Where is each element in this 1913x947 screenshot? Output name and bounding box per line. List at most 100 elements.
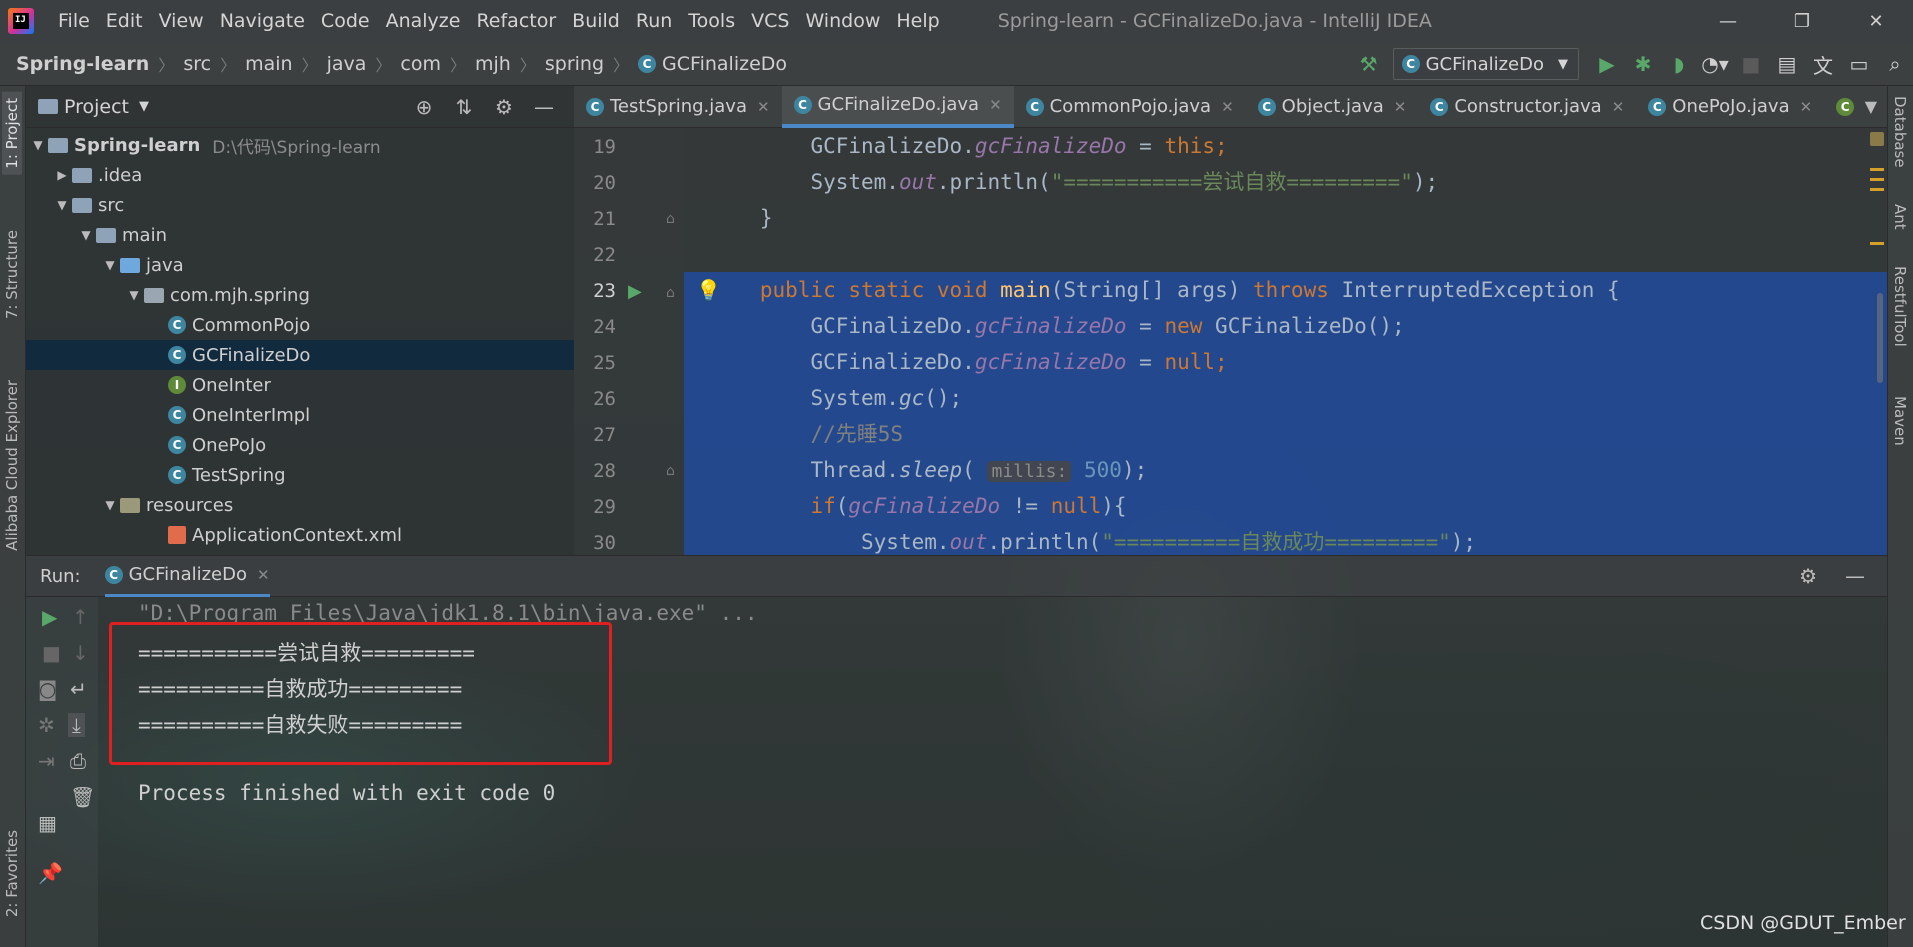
chevron-down-icon[interactable]: ▼ [1865, 97, 1877, 116]
tree-item-idea[interactable]: ▶ .idea [26, 160, 574, 190]
project-view-selector[interactable]: Project ▼ [38, 96, 149, 118]
tab-maven[interactable]: Maven [1891, 396, 1909, 446]
breadcrumb-mjh[interactable]: mjh [475, 53, 511, 75]
fold-marker-icon[interactable]: ⌂ [666, 211, 675, 227]
close-icon[interactable]: ✕ [1394, 98, 1407, 116]
tab-testspring[interactable]: C TestSpring.java ✕ [574, 86, 782, 128]
close-icon[interactable]: ✕ [1612, 98, 1625, 116]
expand-arrow-icon[interactable]: ▼ [124, 288, 144, 302]
up-arrow-icon[interactable]: ↑ [72, 605, 89, 629]
translate-icon[interactable]: 文 [1805, 50, 1841, 79]
exit-icon[interactable]: ⇥ [38, 749, 55, 773]
stop-icon[interactable]: ■ [42, 641, 61, 665]
tree-item-gcfinalizedo[interactable]: C GCFinalizeDo [26, 340, 574, 370]
down-arrow-icon[interactable]: ↓ [72, 641, 89, 665]
camera-icon[interactable]: ◙ [38, 677, 57, 701]
menu-analyze[interactable]: Analyze [378, 10, 469, 32]
minimize-button[interactable]: — [1691, 11, 1765, 32]
tab-onepojo[interactable]: C OnePoJo.java ✕ [1636, 86, 1824, 128]
inspection-status-icon[interactable] [1870, 132, 1884, 146]
breadcrumb-project[interactable]: Spring-learn [16, 53, 149, 75]
fold-marker-icon[interactable]: ⌂ [666, 463, 675, 479]
tab-database[interactable]: Database [1891, 96, 1909, 168]
tree-item-package[interactable]: ▼ com.mjh.spring [26, 280, 574, 310]
tree-item-testspring[interactable]: C TestSpring [26, 460, 574, 490]
close-icon[interactable]: ✕ [257, 566, 270, 584]
tree-item-main[interactable]: ▼ main [26, 220, 574, 250]
tab-object[interactable]: C Object.java ✕ [1246, 86, 1419, 128]
menu-window[interactable]: Window [797, 10, 888, 32]
menu-navigate[interactable]: Navigate [212, 10, 313, 32]
rerun-icon[interactable]: ▶ [42, 605, 57, 629]
menu-help[interactable]: Help [888, 10, 947, 32]
hide-icon[interactable]: — [524, 95, 564, 119]
tab-restfultool[interactable]: RestfulTool [1891, 266, 1909, 347]
hide-icon[interactable]: — [1845, 564, 1865, 588]
close-icon[interactable]: ✕ [757, 98, 770, 116]
menu-code[interactable]: Code [313, 10, 378, 32]
error-stripe-marker[interactable] [1870, 168, 1884, 171]
menu-tools[interactable]: Tools [680, 10, 743, 32]
tree-item-oneinterimpl[interactable]: C OneInterImpl [26, 400, 574, 430]
tree-item-resources[interactable]: ▼ resources [26, 490, 574, 520]
tab-commonpojo[interactable]: C CommonPojo.java ✕ [1014, 86, 1246, 128]
presentation-icon[interactable]: ▭ [1841, 52, 1877, 76]
menu-vcs[interactable]: VCS [743, 10, 797, 32]
tab-ant[interactable]: Ant [1891, 204, 1909, 230]
menu-run[interactable]: Run [628, 10, 680, 32]
close-button[interactable]: ✕ [1839, 11, 1913, 32]
print-icon[interactable]: ⎙ [70, 749, 86, 773]
fold-marker-icon[interactable]: ⌂ [666, 285, 675, 301]
run-configuration-select[interactable]: C GCFinalizeDo ▼ [1392, 48, 1579, 80]
tree-item-src[interactable]: ▼ src [26, 190, 574, 220]
tree-item-oneinter[interactable]: I OneInter [26, 370, 574, 400]
close-icon[interactable]: ✕ [1221, 98, 1234, 116]
pin-icon[interactable]: 📌 [38, 861, 63, 885]
layout-icon[interactable]: ▦ [38, 811, 57, 835]
tree-item-onepojo[interactable]: C OnePoJo [26, 430, 574, 460]
expand-arrow-icon[interactable]: ▼ [52, 198, 72, 212]
breadcrumb-src[interactable]: src [183, 53, 211, 75]
tab-constructor[interactable]: C Constructor.java ✕ [1418, 86, 1636, 128]
menu-refactor[interactable]: Refactor [468, 10, 564, 32]
gear-icon[interactable]: ⚙ [484, 95, 524, 119]
error-stripe-marker[interactable] [1870, 188, 1884, 191]
breadcrumb-com[interactable]: com [400, 53, 441, 75]
tree-item-spring-learn[interactable]: ▼ Spring-learn D:\代码\Spring-learn [26, 130, 574, 160]
error-stripe-marker[interactable] [1870, 242, 1884, 245]
lightbulb-icon[interactable]: 💡 [696, 278, 721, 302]
debug-bug-icon[interactable]: ✱ [1625, 52, 1661, 76]
run-gutter-icon[interactable]: ▶ [628, 281, 642, 302]
collapse-arrow-icon[interactable]: ▶ [52, 168, 72, 182]
menu-edit[interactable]: Edit [98, 10, 151, 32]
expand-arrow-icon[interactable]: ▼ [76, 228, 96, 242]
editor-scrollbar[interactable] [1877, 293, 1883, 383]
tab-gcfinalizedo[interactable]: C GCFinalizeDo.java ✕ [781, 85, 1014, 128]
run-icon[interactable]: ▶ [1589, 52, 1625, 76]
trash-icon[interactable]: 🗑 [70, 785, 95, 809]
breadcrumb-main[interactable]: main [245, 53, 292, 75]
code-editor[interactable]: GCFinalizeDo.gcFinalizeDo = this; System… [684, 128, 1887, 555]
tree-item-commonpojo[interactable]: C CommonPojo [26, 310, 574, 340]
tree-item-java[interactable]: ▼ java [26, 250, 574, 280]
expand-arrow-icon[interactable]: ▼ [100, 258, 120, 272]
scroll-to-end-icon[interactable]: ⤓ [68, 713, 85, 737]
project-structure-icon[interactable]: ▤ [1769, 52, 1805, 76]
locate-crosshair-icon[interactable]: ⊕ [404, 95, 444, 119]
coverage-icon[interactable]: ◗ [1661, 52, 1697, 76]
restore-button[interactable]: ❐ [1765, 11, 1839, 32]
tree-item-applicationcontext[interactable]: ApplicationContext.xml [26, 520, 574, 550]
search-icon[interactable]: ⌕ [1877, 52, 1913, 76]
settings-icon[interactable]: ✲ [38, 713, 55, 737]
tab-alibaba-cloud-explorer[interactable]: Alibaba Cloud Explorer [2, 376, 22, 555]
menu-file[interactable]: File [50, 10, 98, 32]
close-icon[interactable]: ✕ [989, 96, 1002, 114]
menu-build[interactable]: Build [564, 10, 628, 32]
tab-favorites[interactable]: 2: Favorites [2, 826, 22, 921]
breadcrumb-java[interactable]: java [327, 53, 367, 75]
menu-view[interactable]: View [151, 10, 212, 32]
gear-icon[interactable]: ⚙ [1799, 564, 1817, 588]
tab-project[interactable]: 1: Project [2, 92, 22, 175]
build-hammer-icon[interactable]: ⚒ [1351, 52, 1387, 76]
collapse-all-icon[interactable]: ⇅ [444, 95, 484, 119]
